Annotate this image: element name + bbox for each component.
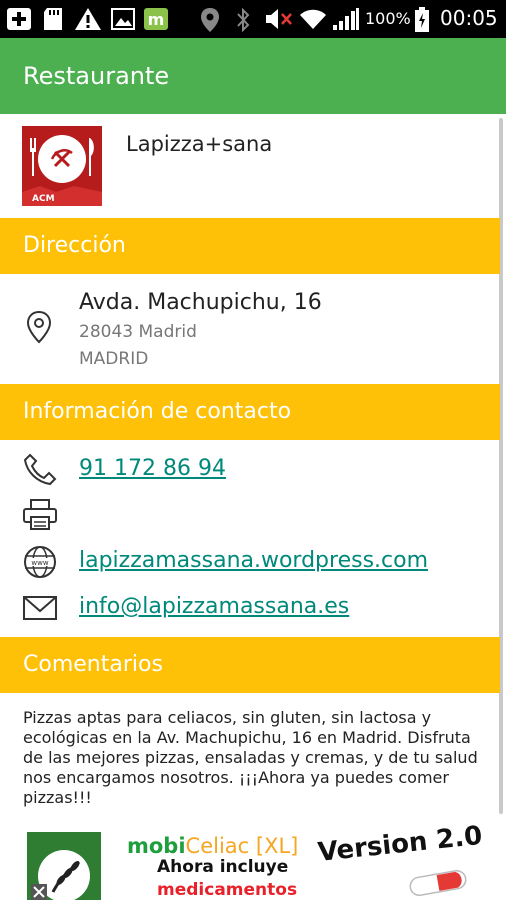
wifi-icon bbox=[300, 9, 326, 29]
logo-text: ACM bbox=[32, 194, 55, 204]
comments-header: Comentarios bbox=[0, 637, 500, 693]
ad-tagline-highlight: medicamentos bbox=[157, 880, 298, 900]
restaurant-logo: ACM bbox=[22, 126, 102, 206]
globe-icon: www bbox=[24, 546, 56, 578]
notification-plus-icon bbox=[7, 8, 31, 30]
mute-icon bbox=[266, 9, 292, 29]
printer-icon bbox=[23, 499, 57, 530]
svg-text:www: www bbox=[31, 559, 48, 567]
phone-icon bbox=[23, 453, 57, 486]
svg-text:m: m bbox=[148, 10, 165, 29]
status-bar: m 100% 00:05 bbox=[0, 0, 506, 38]
website-link[interactable]: lapizzamassana.wordpress.com bbox=[79, 548, 428, 573]
clock: 00:05 bbox=[440, 6, 498, 30]
ad-banner[interactable]: mobiCeliac [XL] Ahora incluye medicament… bbox=[0, 821, 506, 900]
restaurant-detail[interactable]: ACM Lapizza+sana Dirección Avda. Machupi… bbox=[0, 114, 506, 830]
map-pin-icon bbox=[26, 310, 52, 344]
signal-icon bbox=[333, 8, 359, 30]
gluten-free-logo bbox=[27, 832, 101, 900]
page-title: Restaurante bbox=[23, 62, 170, 90]
warning-icon bbox=[75, 8, 101, 30]
address-header: Dirección bbox=[0, 218, 500, 274]
bluetooth-icon bbox=[237, 7, 250, 33]
sd-card-icon bbox=[44, 8, 62, 30]
market-icon: m bbox=[144, 8, 168, 30]
phone-link[interactable]: 91 172 86 94 bbox=[79, 456, 226, 481]
battery-percent: 100% bbox=[365, 9, 411, 28]
pill-icon bbox=[409, 870, 467, 896]
battery-icon bbox=[415, 7, 429, 32]
ad-brand: mobiCeliac [XL] bbox=[127, 834, 299, 858]
restaurant-name: Lapizza+sana bbox=[126, 132, 273, 156]
email-link[interactable]: info@lapizzamassana.es bbox=[79, 594, 349, 619]
address-street: Avda. Machupichu, 16 bbox=[79, 290, 322, 315]
address-postal-city: 28043 Madrid bbox=[79, 322, 197, 342]
contact-header: Información de contacto bbox=[0, 384, 500, 440]
comments-text: Pizzas aptas para celiacos, sin gluten, … bbox=[23, 708, 478, 807]
app-bar: Restaurante bbox=[0, 38, 506, 114]
mail-icon bbox=[23, 596, 57, 620]
image-icon bbox=[111, 8, 135, 30]
location-icon bbox=[201, 8, 219, 32]
address-province: MADRID bbox=[79, 349, 149, 369]
ad-tagline: Ahora incluye bbox=[157, 857, 289, 877]
